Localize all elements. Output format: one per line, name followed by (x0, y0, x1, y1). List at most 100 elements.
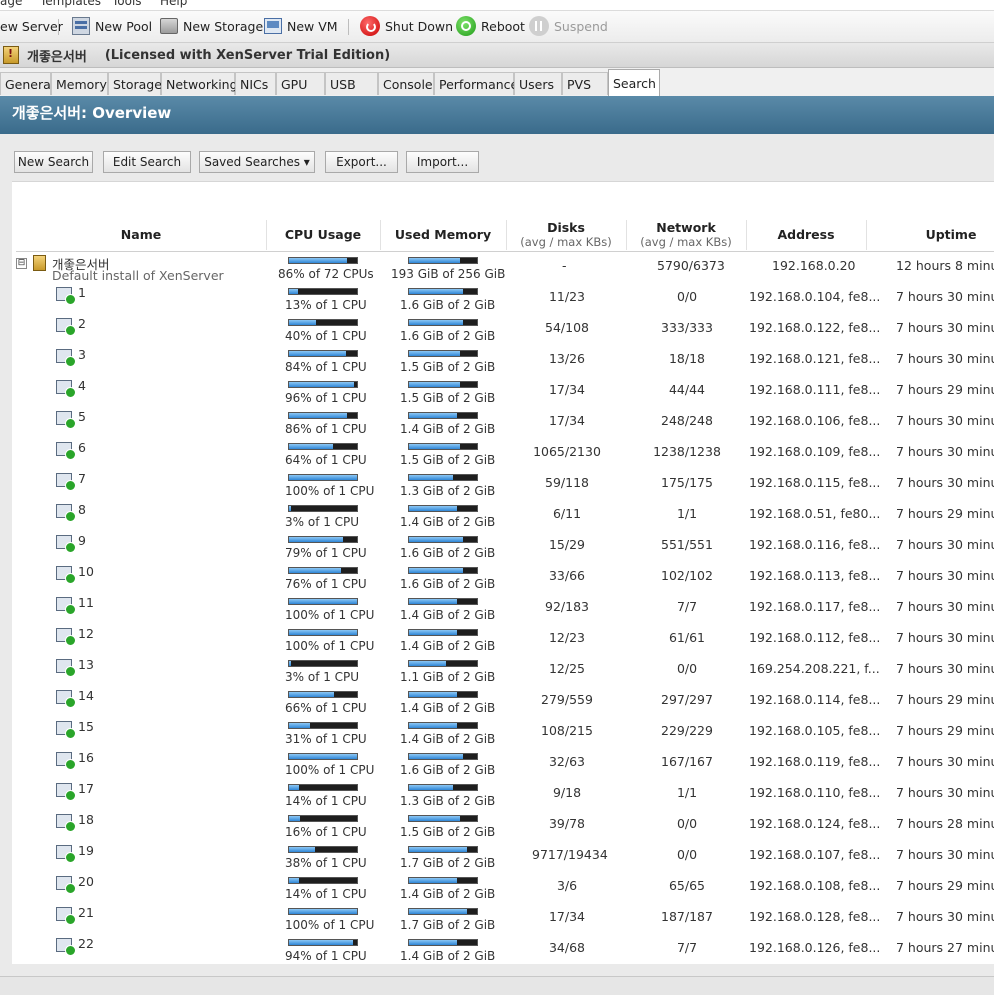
shut-down-button[interactable]: Shut Down (360, 16, 453, 36)
table-row[interactable]: 13 3% of 1 CPU 1.1 GiB of 2 GiB 12/25 0/… (12, 657, 994, 688)
disks-value: 32/63 (548, 754, 586, 769)
cpu-usage-bar (288, 567, 358, 574)
suspend-button[interactable]: Suspend (529, 16, 608, 36)
uptime-value: 7 hours 30 minute (896, 568, 994, 583)
disks-value: 59/118 (545, 475, 589, 490)
host-cpu-label: 86% of 72 CPUs (278, 267, 374, 281)
export-button[interactable]: Export... (325, 151, 398, 173)
tab-general[interactable]: General (0, 72, 54, 95)
table-row[interactable]: 15 31% of 1 CPU 1.4 GiB of 2 GiB 108/215… (12, 719, 994, 750)
vm-running-icon (56, 845, 76, 863)
import-button[interactable]: Import... (406, 151, 479, 173)
menu-item-templates[interactable]: Templates (40, 0, 101, 8)
table-row[interactable]: 19 38% of 1 CPU 1.7 GiB of 2 GiB 9717/19… (12, 843, 994, 874)
memory-usage-fill (409, 413, 457, 418)
vm-running-icon (56, 442, 76, 460)
table-row[interactable]: 21 100% of 1 CPU 1.7 GiB of 2 GiB 17/34 … (12, 905, 994, 936)
new-pool-button[interactable]: New Pool (72, 16, 152, 36)
table-row[interactable]: 14 66% of 1 CPU 1.4 GiB of 2 GiB 279/559… (12, 688, 994, 719)
vm-name: 22 (78, 936, 94, 951)
table-row[interactable]: 2 40% of 1 CPU 1.6 GiB of 2 GiB 54/108 3… (12, 316, 994, 347)
host-memory-label: 193 GiB of 256 GiB (391, 267, 506, 281)
table-row[interactable]: 9 79% of 1 CPU 1.6 GiB of 2 GiB 15/29 55… (12, 533, 994, 564)
cpu-usage-label: 38% of 1 CPU (285, 856, 367, 870)
tab-nics[interactable]: NICs (235, 72, 276, 95)
memory-usage-bar (408, 381, 478, 388)
tab-performance[interactable]: Performance (434, 72, 518, 95)
table-row[interactable]: 7 100% of 1 CPU 1.3 GiB of 2 GiB 59/118 … (12, 471, 994, 502)
menu-item-tools[interactable]: Tools (112, 0, 142, 8)
vm-name: 6 (78, 440, 86, 455)
vm-running-icon (56, 504, 76, 522)
memory-usage-label: 1.3 GiB of 2 GiB (400, 794, 496, 808)
table-row[interactable]: 1 13% of 1 CPU 1.6 GiB of 2 GiB 11/23 0/… (12, 285, 994, 316)
network-value: 1/1 (676, 785, 698, 800)
network-value: 0/0 (676, 816, 698, 831)
vm-name: 3 (78, 347, 86, 362)
table-row[interactable]: 18 16% of 1 CPU 1.5 GiB of 2 GiB 39/78 0… (12, 812, 994, 843)
tab-memory[interactable]: Memory (51, 72, 108, 95)
new-vm-button[interactable]: New VM (264, 16, 338, 36)
table-row[interactable]: 22 94% of 1 CPU 1.4 GiB of 2 GiB 34/68 7… (12, 936, 994, 964)
table-row[interactable]: 5 86% of 1 CPU 1.4 GiB of 2 GiB 17/34 24… (12, 409, 994, 440)
collapse-icon[interactable]: ⊟ (16, 258, 27, 269)
tab-gpu[interactable]: GPU (276, 72, 325, 95)
menu-item-help[interactable]: Help (160, 0, 187, 8)
tab-search[interactable]: Search (608, 69, 660, 96)
table-row[interactable]: 4 96% of 1 CPU 1.5 GiB of 2 GiB 17/34 44… (12, 378, 994, 409)
tab-pvs[interactable]: PVS (562, 72, 608, 95)
disks-value: 34/68 (548, 940, 586, 955)
edit-search-button[interactable]: Edit Search (103, 151, 191, 173)
host-memory-fill (409, 258, 461, 263)
new-search-button[interactable]: New Search (14, 151, 93, 173)
tab-usb[interactable]: USB (325, 72, 378, 95)
column-header-address[interactable]: Address (746, 220, 867, 250)
table-row[interactable]: 11 100% of 1 CPU 1.4 GiB of 2 GiB 92/183… (12, 595, 994, 626)
table-row[interactable]: 16 100% of 1 CPU 1.6 GiB of 2 GiB 32/63 … (12, 750, 994, 781)
disks-value: 54/108 (545, 320, 589, 335)
column-header-network[interactable]: Network (avg / max KBs) (626, 220, 747, 250)
disks-value: 3/6 (556, 878, 578, 893)
memory-usage-label: 1.3 GiB of 2 GiB (400, 484, 496, 498)
cpu-usage-bar (288, 815, 358, 822)
new-server-button[interactable]: ew Server (0, 16, 63, 36)
network-value: 187/187 (661, 909, 713, 924)
memory-usage-bar (408, 536, 478, 543)
table-row[interactable]: 17 14% of 1 CPU 1.3 GiB of 2 GiB 9/18 1/… (12, 781, 994, 812)
cpu-usage-bar (288, 350, 358, 357)
column-header-network-label: Network (656, 220, 716, 235)
column-header-uptime[interactable]: Uptime (866, 220, 994, 250)
column-header-cpu[interactable]: CPU Usage (266, 220, 381, 250)
toolbar: ew Server New Pool New Storage New VM Sh… (0, 11, 994, 43)
saved-searches-dropdown[interactable]: Saved Searches ▾ (199, 151, 315, 173)
table-row[interactable]: 8 3% of 1 CPU 1.4 GiB of 2 GiB 6/11 1/1 … (12, 502, 994, 533)
table-row[interactable]: 12 100% of 1 CPU 1.4 GiB of 2 GiB 12/23 … (12, 626, 994, 657)
tab-users[interactable]: Users (514, 72, 562, 95)
cpu-usage-fill (289, 754, 357, 759)
cpu-usage-label: 3% of 1 CPU (285, 670, 360, 684)
menu-item-manage[interactable]: age (0, 0, 22, 8)
column-header-memory[interactable]: Used Memory (380, 220, 507, 250)
new-storage-label: New Storage (183, 18, 264, 34)
uptime-value: 7 hours 30 minute (896, 289, 994, 304)
new-storage-button[interactable]: New Storage (160, 16, 263, 36)
uptime-value: 7 hours 30 minute (896, 754, 994, 769)
table-row[interactable]: 10 76% of 1 CPU 1.6 GiB of 2 GiB 33/66 1… (12, 564, 994, 595)
network-value: 175/175 (661, 475, 713, 490)
table-row[interactable]: 3 84% of 1 CPU 1.5 GiB of 2 GiB 13/26 18… (12, 347, 994, 378)
memory-usage-fill (409, 816, 460, 821)
address-value: 192.168.0.116, fe8... (749, 537, 881, 552)
tab-networking[interactable]: Networking (161, 72, 238, 95)
host-row[interactable]: ⊟ 개좋은서버 Default install of XenServer 86%… (12, 254, 994, 284)
tab-console[interactable]: Console (378, 72, 434, 95)
network-value: 333/333 (661, 320, 713, 335)
search-results: Name CPU Usage Used Memory Disks (avg / … (12, 181, 994, 964)
column-header-disks[interactable]: Disks (avg / max KBs) (506, 220, 627, 250)
table-row[interactable]: 20 14% of 1 CPU 1.4 GiB of 2 GiB 3/6 65/… (12, 874, 994, 905)
table-row[interactable]: 6 64% of 1 CPU 1.5 GiB of 2 GiB 1065/213… (12, 440, 994, 471)
address-value: 192.168.0.51, fe80... (749, 506, 881, 521)
tab-storage[interactable]: Storage (108, 72, 162, 95)
column-header-name[interactable]: Name (16, 220, 267, 250)
reboot-button[interactable]: Reboot (456, 16, 525, 36)
vm-running-icon (56, 535, 76, 553)
